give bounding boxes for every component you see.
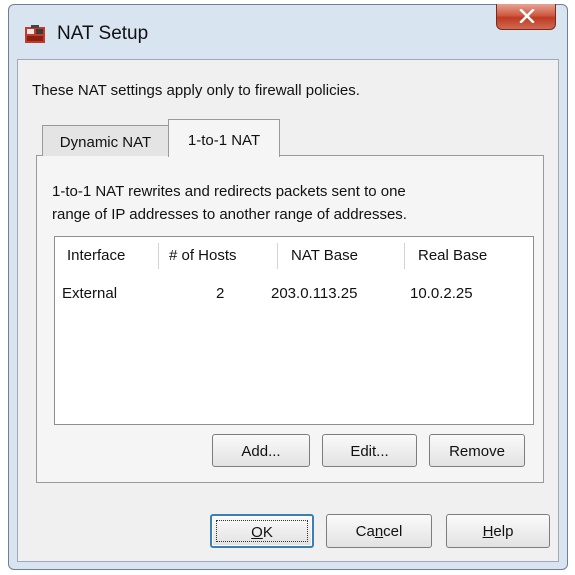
ok-button[interactable]: OK: [210, 514, 314, 548]
column-header-real-base[interactable]: Real Base: [418, 247, 487, 264]
tab-dynamic-nat[interactable]: Dynamic NAT: [42, 125, 169, 156]
edit-button[interactable]: Edit...: [322, 434, 417, 467]
dialog-description: These NAT settings apply only to firewal…: [32, 82, 360, 99]
panel-description-line-1: 1-to-1 NAT rewrites and redirects packet…: [52, 183, 406, 200]
panel-description-line-2: range of IP addresses to another range o…: [52, 206, 407, 223]
cell-real-base: 10.0.2.25: [410, 285, 473, 302]
column-header-interface[interactable]: Interface: [67, 247, 125, 264]
column-header-nat-base[interactable]: NAT Base: [291, 247, 358, 264]
close-button[interactable]: [496, 4, 556, 30]
title-bar[interactable]: NAT Setup: [9, 4, 567, 57]
focus-ring: [216, 520, 308, 542]
window-title: NAT Setup: [57, 23, 149, 44]
tab-1-to-1-nat[interactable]: 1-to-1 NAT: [168, 119, 280, 157]
nat-table[interactable]: [54, 236, 534, 425]
column-separator[interactable]: [277, 243, 278, 269]
cancel-label-end: cel: [383, 523, 403, 540]
add-button[interactable]: Add...: [212, 434, 310, 467]
cell-nat-base: 203.0.113.25: [271, 285, 358, 302]
help-button[interactable]: Help: [446, 514, 550, 548]
panel-description: 1-to-1 NAT rewrites and redirects packet…: [52, 180, 532, 226]
column-separator[interactable]: [158, 243, 159, 269]
help-mnemonic: H: [482, 523, 494, 540]
column-header-hosts[interactable]: # of Hosts: [169, 247, 237, 264]
cancel-button[interactable]: Cancel: [326, 514, 432, 548]
cell-interface: External: [62, 285, 118, 302]
help-label-rest: elp: [493, 523, 514, 540]
column-separator[interactable]: [404, 243, 405, 269]
cancel-label-start: Ca: [355, 523, 375, 540]
cell-hosts: 2: [216, 285, 225, 302]
remove-button[interactable]: Remove: [429, 434, 525, 467]
cancel-mnemonic: n: [374, 523, 384, 540]
firewall-app-icon: [25, 25, 45, 43]
